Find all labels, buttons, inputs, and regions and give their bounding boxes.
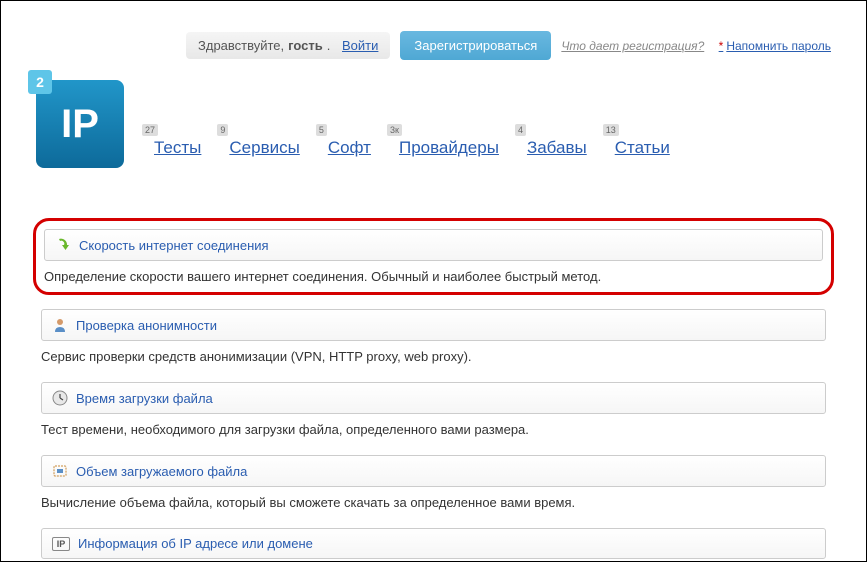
- item-title-text: Время загрузки файла: [76, 391, 213, 406]
- ip-box-icon: IP: [52, 537, 70, 551]
- register-info-link[interactable]: Что дает регистрация?: [561, 39, 704, 53]
- greeting-box: Здравствуйте, гость. Войти: [186, 32, 390, 59]
- item-description: Тест времени, необходимого для загрузки …: [41, 422, 826, 437]
- content-list: Скорость интернет соединения Определение…: [36, 218, 831, 559]
- item-title-text: Проверка анонимности: [76, 318, 217, 333]
- list-item: IP Информация об IP адресе или домене: [41, 528, 826, 559]
- nav-label: Провайдеры: [399, 138, 499, 157]
- item-anonymity-check[interactable]: Проверка анонимности: [41, 309, 826, 341]
- greeting-guest: гость: [288, 38, 323, 53]
- person-icon: [52, 317, 68, 333]
- nav-count: 13: [603, 124, 619, 136]
- nav-count: 27: [142, 124, 158, 136]
- list-item: Скорость интернет соединения Определение…: [33, 218, 834, 295]
- list-item: Проверка анонимности Сервис проверки сре…: [41, 309, 826, 364]
- logo-nav-row: 2 IP 27Тесты 9Сервисы 5Софт 3кПровайдеры…: [36, 80, 831, 168]
- nav-articles[interactable]: 13Статьи: [615, 138, 670, 158]
- file-box-icon: [52, 463, 68, 479]
- item-description: Вычисление объема файла, который вы смож…: [41, 495, 826, 510]
- nav-services[interactable]: 9Сервисы: [229, 138, 299, 158]
- register-button[interactable]: Зарегистрироваться: [400, 31, 551, 60]
- nav-tests[interactable]: 27Тесты: [154, 138, 201, 158]
- nav-fun[interactable]: 4Забавы: [527, 138, 587, 158]
- list-item: Время загрузки файла Тест времени, необх…: [41, 382, 826, 437]
- nav-soft[interactable]: 5Софт: [328, 138, 371, 158]
- logo-badge: 2: [28, 70, 52, 94]
- nav-label: Софт: [328, 138, 371, 157]
- nav-label: Статьи: [615, 138, 670, 157]
- logo-text: IP: [61, 102, 99, 147]
- item-title-text: Информация об IP адресе или домене: [78, 536, 313, 551]
- item-title-text: Объем загружаемого файла: [76, 464, 247, 479]
- item-ip-info[interactable]: IP Информация об IP адресе или домене: [41, 528, 826, 559]
- item-load-time[interactable]: Время загрузки файла: [41, 382, 826, 414]
- nav-label: Тесты: [154, 138, 201, 157]
- nav-count: 5: [316, 124, 327, 136]
- main-nav: 27Тесты 9Сервисы 5Софт 3кПровайдеры 4Заб…: [154, 138, 670, 168]
- item-description: Сервис проверки средств анонимизации (VP…: [41, 349, 826, 364]
- speed-arrow-icon: [55, 237, 71, 253]
- page-root: Здравствуйте, гость. Войти Зарегистриров…: [0, 0, 867, 562]
- greeting-prefix: Здравствуйте,: [198, 38, 284, 53]
- item-speed-test[interactable]: Скорость интернет соединения: [44, 229, 823, 261]
- nav-label: Забавы: [527, 138, 587, 157]
- nav-count: 3к: [387, 124, 402, 136]
- remind-password-link[interactable]: Напомнить пароль: [719, 39, 831, 53]
- clock-icon: [52, 390, 68, 406]
- nav-providers[interactable]: 3кПровайдеры: [399, 138, 499, 158]
- item-description: Определение скорости вашего интернет сое…: [44, 269, 823, 284]
- item-title-text: Скорость интернет соединения: [79, 238, 269, 253]
- site-logo[interactable]: 2 IP: [36, 80, 124, 168]
- nav-count: 9: [217, 124, 228, 136]
- list-item: Объем загружаемого файла Вычисление объе…: [41, 455, 826, 510]
- nav-count: 4: [515, 124, 526, 136]
- login-link[interactable]: Войти: [342, 38, 378, 53]
- header-bar: Здравствуйте, гость. Войти Зарегистриров…: [186, 31, 831, 60]
- item-file-size[interactable]: Объем загружаемого файла: [41, 455, 826, 487]
- nav-label: Сервисы: [229, 138, 299, 157]
- greeting-dot: .: [327, 38, 331, 53]
